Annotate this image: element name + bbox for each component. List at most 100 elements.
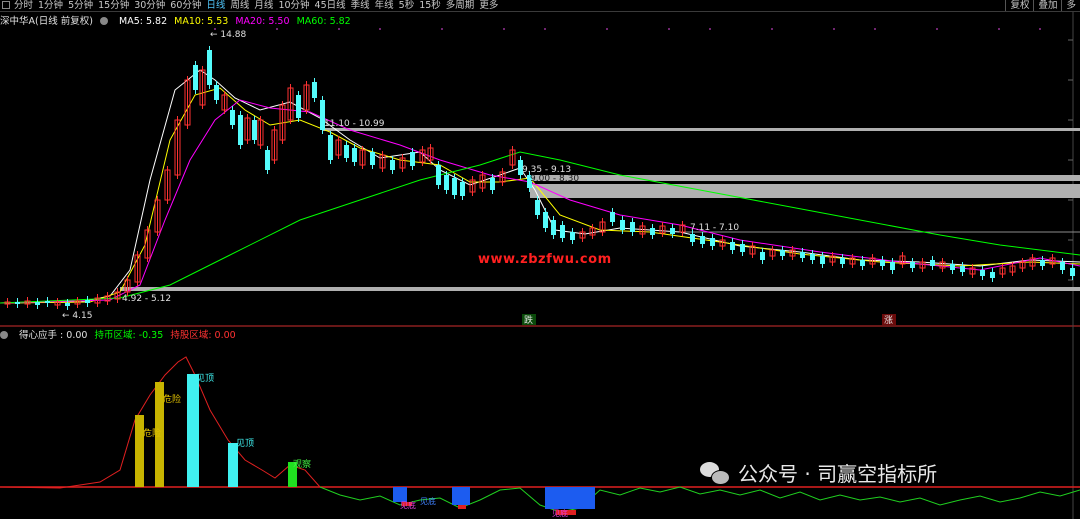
hold-coin-label: 持币区域: -0.35 (94, 330, 164, 341)
candle-body-63 (560, 225, 565, 238)
bar-label-2: 见顶 (196, 373, 214, 384)
resistance-4-annotation: 7.11 - 7.10 (690, 223, 739, 233)
candle-body-24 (230, 110, 235, 125)
bar-label-4: 观察 (293, 458, 311, 470)
wechat-badge: 公众号 · 司赢空指标所 (700, 458, 937, 487)
candle-body-51 (452, 178, 457, 195)
candle-body-83 (760, 252, 765, 260)
bottom-block-2 (545, 487, 595, 509)
resistance-band-2 (530, 175, 1080, 181)
candle-body-37 (328, 135, 333, 160)
event-dot-13 (936, 28, 938, 30)
event-dot-9 (709, 28, 711, 30)
candle-body-21 (207, 50, 212, 85)
candle-body-106 (990, 272, 995, 278)
wechat-icon (700, 460, 730, 486)
candle-body-29 (265, 150, 270, 170)
bottom-label-0: 见底 (400, 500, 416, 510)
event-dot-2 (338, 28, 340, 30)
candle-body-103 (960, 266, 965, 272)
event-dot-12 (874, 28, 876, 30)
candle-body-81 (740, 244, 745, 252)
candle-body-72 (650, 228, 655, 235)
candle-body-77 (700, 236, 705, 244)
candle-body-111 (1040, 260, 1045, 266)
candle-body-4 (45, 301, 50, 303)
indicator-bar-3 (228, 443, 238, 487)
candle-body-62 (551, 220, 556, 235)
candle-body-91 (840, 258, 845, 264)
candle-body-1 (15, 302, 20, 304)
indicator-settings-icon[interactable] (0, 330, 12, 341)
bottom-label-2: 见底 (552, 508, 568, 518)
candle-body-61 (543, 212, 548, 228)
candle-body-27 (252, 120, 257, 140)
candle-body-3 (35, 302, 40, 305)
resistance-3-annotation: 9.00 - 8.30 (530, 174, 579, 184)
candle-body-78 (710, 238, 715, 246)
candle-body-64 (570, 232, 575, 240)
candle-body-80 (730, 242, 735, 250)
candle-body-42 (370, 152, 375, 165)
resistance-band-3 (530, 184, 1080, 198)
event-dot-11 (833, 28, 835, 30)
candle-body-95 (880, 260, 885, 266)
candle-body-50 (444, 175, 449, 190)
candle-body-98 (910, 262, 915, 268)
high-annotation: ← 14.88 (210, 30, 246, 40)
candle-body-96 (890, 262, 895, 270)
candle-body-113 (1060, 262, 1065, 270)
bar-label-0: 危险 (143, 427, 161, 439)
indicator-bar-2 (187, 374, 199, 487)
candle-body-49 (436, 165, 441, 185)
event-dot-4 (441, 28, 443, 30)
candle-body-35 (312, 82, 317, 98)
candle-body-93 (860, 260, 865, 266)
candle-body-70 (630, 222, 635, 232)
indicator-info: 得心应手 : 0.00 持币区域: -0.35 持股区域: 0.00 (0, 327, 240, 341)
candle-body-100 (930, 260, 935, 266)
candle-body-6 (65, 303, 70, 306)
indicator-name: 得心应手 : 0.00 (19, 330, 88, 341)
candle-body-22 (214, 85, 219, 100)
candle-body-39 (344, 145, 349, 158)
candle-body-40 (352, 148, 357, 162)
candle-body-25 (238, 115, 243, 145)
candle-body-68 (610, 212, 615, 222)
wechat-text: 公众号 · 司赢空指标所 (738, 462, 938, 486)
bar-label-1: 危险 (163, 393, 181, 405)
indicator-bar-0 (135, 415, 144, 487)
support-annotation: 4.92 - 5.12 (122, 294, 171, 304)
candle-body-105 (980, 270, 985, 276)
candle-body-85 (780, 250, 785, 256)
candle-body-55 (490, 178, 495, 190)
resistance-line-1 (323, 128, 1080, 131)
event-dot-10 (771, 28, 773, 30)
candle-body-60 (535, 200, 540, 215)
bottom-label-1: 见底 (420, 496, 436, 506)
candle-body-76 (690, 234, 695, 242)
candle-body-102 (950, 264, 955, 270)
candle-body-19 (193, 65, 198, 90)
bottom-block-1 (452, 487, 470, 505)
candle-body-87 (800, 252, 805, 258)
event-dot-7 (606, 28, 608, 30)
candle-body-69 (620, 220, 625, 230)
bottom-block-0 (393, 487, 407, 502)
bottom-marker-1 (458, 505, 466, 509)
event-dot-8 (668, 28, 670, 30)
event-dot-6 (544, 28, 546, 30)
bar-label-3: 见顶 (236, 438, 254, 449)
candle-body-114 (1070, 268, 1075, 276)
hold-stock-label: 持股区域: 0.00 (170, 330, 236, 341)
event-dot-5 (503, 28, 505, 30)
event-dot-14 (998, 28, 1000, 30)
low-annotation: ← 4.15 (62, 311, 92, 321)
site-watermark: www.zbzfwu.com (478, 252, 612, 267)
candle-body-74 (670, 228, 675, 234)
event-dot-1 (276, 28, 278, 30)
resistance-1-annotation: 11.10 - 10.99 (324, 119, 385, 129)
support-line (120, 287, 1080, 291)
signal-up-label: 涨 (884, 315, 893, 326)
signal-down-label: 跌 (524, 315, 533, 326)
